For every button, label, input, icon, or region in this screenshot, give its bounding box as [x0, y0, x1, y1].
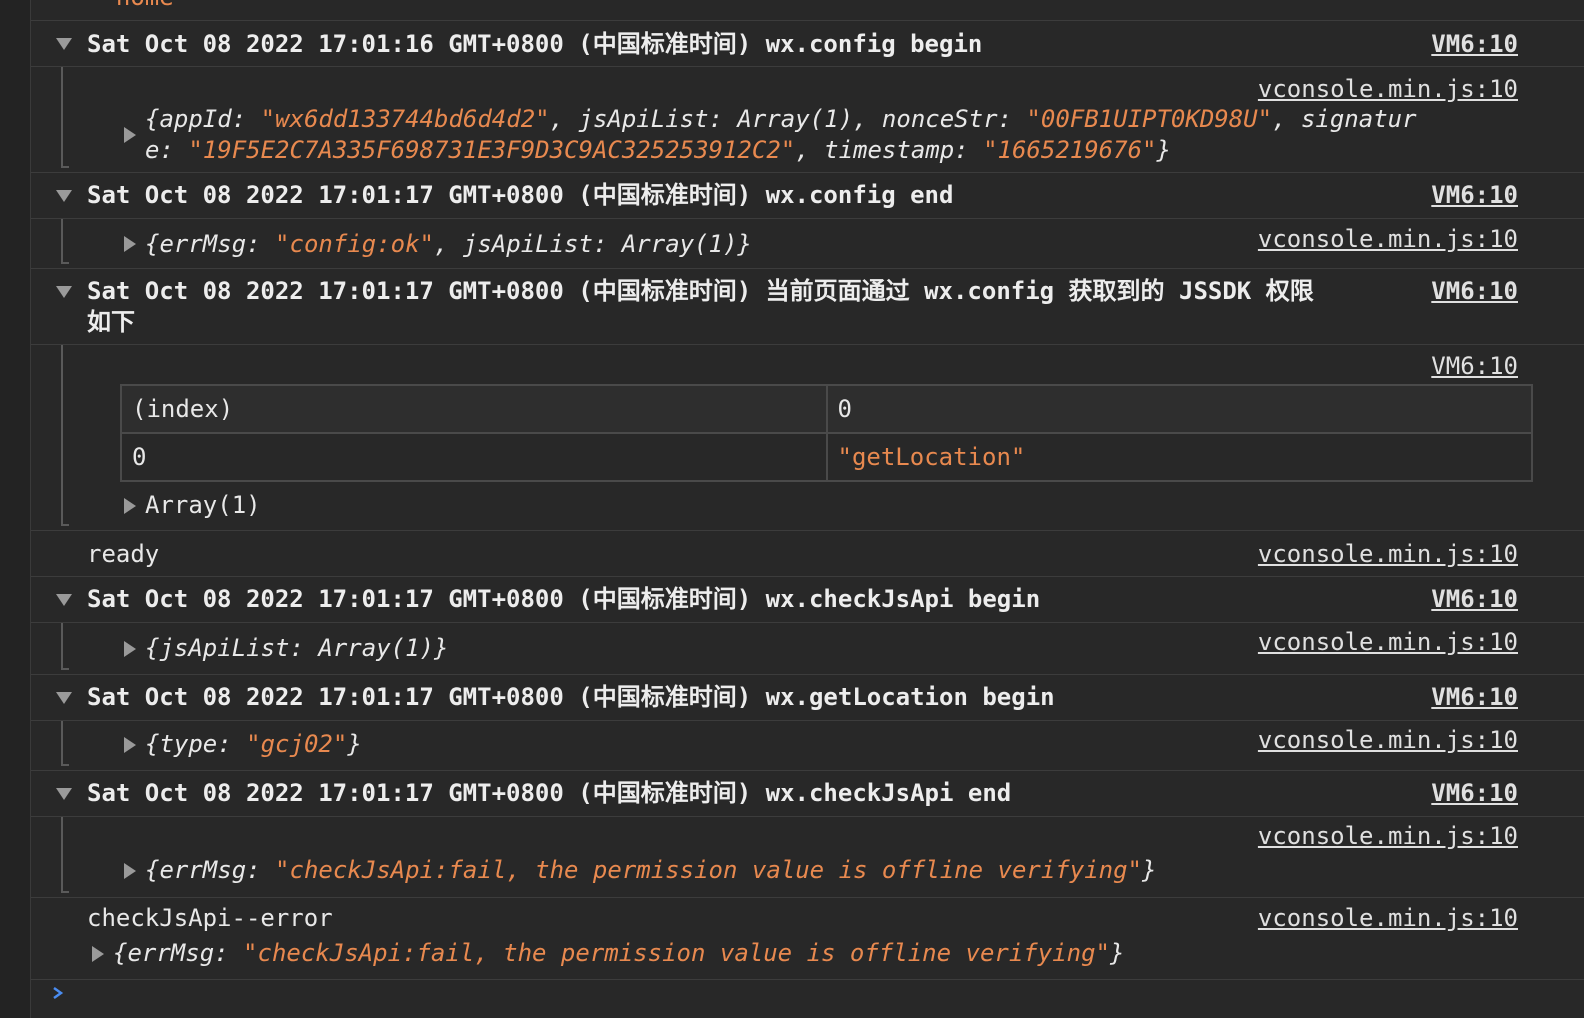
source-link[interactable]: VM6:10	[1431, 351, 1518, 381]
expand-triangle-icon[interactable]	[124, 737, 136, 753]
group-header-config-end[interactable]: Sat Oct 08 2022 17:01:17 GMT+0800 (中国标准时…	[31, 173, 1584, 219]
collapse-triangle-icon[interactable]	[56, 692, 72, 704]
group-title-line1: Sat Oct 08 2022 17:01:17 GMT+0800 (中国标准时…	[87, 277, 1314, 305]
console-gutter	[0, 0, 31, 1018]
log-row-object: vconsole.min.js:10 {type: "gcj02"}	[31, 721, 1584, 771]
source-link[interactable]: vconsole.min.js:10	[1258, 725, 1518, 755]
group-indent-foot	[61, 166, 69, 168]
group-header-getlocation-begin[interactable]: Sat Oct 08 2022 17:01:17 GMT+0800 (中国标准时…	[31, 675, 1584, 721]
collapse-triangle-icon[interactable]	[56, 190, 72, 202]
expand-triangle-icon[interactable]	[124, 641, 136, 657]
log-row-partial: --home	[31, 0, 1584, 21]
object-preview[interactable]: {type: "gcj02"}	[145, 729, 362, 759]
console-prompt-icon[interactable]	[51, 986, 65, 1000]
object-preview-line1[interactable]: {appId: "wx6dd133744bd6d4d2", jsApiList:…	[145, 104, 1417, 134]
collapse-triangle-icon[interactable]	[56, 38, 72, 50]
source-link[interactable]: vconsole.min.js:10	[1258, 903, 1518, 933]
expand-triangle-icon[interactable]	[124, 498, 136, 514]
group-indent-foot	[61, 524, 69, 526]
object-preview[interactable]: {errMsg: "checkJsApi:fail, the permissio…	[113, 938, 1124, 968]
group-title: Sat Oct 08 2022 17:01:16 GMT+0800 (中国标准时…	[87, 30, 983, 58]
log-row-ready: ready vconsole.min.js:10	[31, 531, 1584, 577]
group-header-config-begin[interactable]: Sat Oct 08 2022 17:01:16 GMT+0800 (中国标准时…	[31, 21, 1584, 67]
source-link[interactable]: VM6:10	[1431, 29, 1518, 59]
table-cell-index: 0	[120, 432, 828, 482]
collapse-triangle-icon[interactable]	[56, 788, 72, 800]
log-row-object: vconsole.min.js:10 {errMsg: "config:ok",…	[31, 219, 1584, 269]
object-preview[interactable]: {jsApiList: Array(1)}	[145, 633, 448, 663]
group-header-checkjsapi-begin[interactable]: Sat Oct 08 2022 17:01:17 GMT+0800 (中国标准时…	[31, 577, 1584, 623]
expand-triangle-icon[interactable]	[124, 236, 136, 252]
group-title: Sat Oct 08 2022 17:01:17 GMT+0800 (中国标准时…	[87, 683, 1055, 711]
source-link[interactable]: vconsole.min.js:10	[1258, 821, 1518, 851]
object-preview-line2[interactable]: e: "19F5E2C7A335F698731E3F9D3C9AC3252539…	[145, 135, 1171, 165]
source-link[interactable]: vconsole.min.js:10	[1258, 224, 1518, 254]
group-indent-foot	[61, 891, 69, 893]
log-text: --home	[87, 0, 174, 12]
source-link[interactable]: VM6:10	[1431, 584, 1518, 614]
source-link[interactable]: vconsole.min.js:10	[1258, 627, 1518, 657]
source-link[interactable]: VM6:10	[1431, 180, 1518, 210]
group-indent-foot	[61, 764, 69, 766]
collapse-triangle-icon[interactable]	[56, 286, 72, 298]
source-link[interactable]: VM6:10	[1431, 276, 1518, 306]
source-link[interactable]: VM6:10	[1431, 682, 1518, 712]
log-row-error: checkJsApi--error vconsole.min.js:10 {er…	[31, 898, 1584, 980]
group-indent-foot	[61, 668, 69, 670]
expand-triangle-icon[interactable]	[92, 946, 104, 962]
group-title: Sat Oct 08 2022 17:01:17 GMT+0800 (中国标准时…	[87, 585, 1041, 613]
object-preview[interactable]: {errMsg: "config:ok", jsApiList: Array(1…	[145, 229, 752, 259]
expand-triangle-icon[interactable]	[124, 127, 136, 143]
object-preview[interactable]: {errMsg: "checkJsApi:fail, the permissio…	[145, 855, 1156, 885]
group-indent-line	[61, 817, 63, 892]
group-indent-line	[61, 345, 63, 525]
log-row-object: vconsole.min.js:10 {jsApiList: Array(1)}	[31, 623, 1584, 675]
group-header-checkjsapi-end[interactable]: Sat Oct 08 2022 17:01:17 GMT+0800 (中国标准时…	[31, 771, 1584, 817]
collapse-triangle-icon[interactable]	[56, 594, 72, 606]
log-text: checkJsApi--error	[87, 904, 333, 932]
table-row: 0 "getLocation"	[120, 432, 1533, 482]
group-header-jssdk-permissions[interactable]: Sat Oct 08 2022 17:01:17 GMT+0800 (中国标准时…	[31, 269, 1584, 345]
source-link[interactable]: vconsole.min.js:10	[1258, 74, 1518, 104]
console-table: (index) 0 0 "getLocation"	[120, 384, 1533, 482]
source-link[interactable]: VM6:10	[1431, 778, 1518, 808]
log-row-object: vconsole.min.js:10 {errMsg: "checkJsApi:…	[31, 817, 1584, 898]
group-indent-line	[61, 219, 63, 263]
group-title: Sat Oct 08 2022 17:01:17 GMT+0800 (中国标准时…	[87, 779, 1012, 807]
table-column-header[interactable]: 0	[825, 384, 1533, 434]
expand-triangle-icon[interactable]	[124, 863, 136, 879]
group-indent-foot	[61, 262, 69, 264]
log-text: ready	[87, 540, 160, 568]
group-indent-line	[61, 67, 63, 167]
group-title: Sat Oct 08 2022 17:01:17 GMT+0800 (中国标准时…	[87, 181, 954, 209]
group-indent-line	[61, 721, 63, 765]
log-row-object: vconsole.min.js:10 {appId: "wx6dd133744b…	[31, 67, 1584, 173]
table-header-row: (index) 0	[120, 384, 1533, 434]
table-cell-value: "getLocation"	[825, 432, 1533, 482]
group-title-line2: 如下	[87, 308, 135, 336]
group-indent-line	[61, 623, 63, 669]
console-log: --home Sat Oct 08 2022 17:01:16 GMT+0800…	[31, 0, 1584, 1018]
table-column-header[interactable]: (index)	[120, 384, 828, 434]
array-label[interactable]: Array(1)	[145, 490, 261, 520]
source-link[interactable]: vconsole.min.js:10	[1258, 539, 1518, 569]
